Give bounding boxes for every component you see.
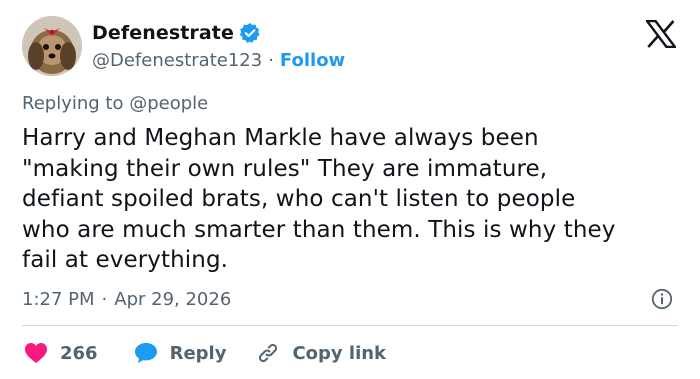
tweet-time: 1:27 PM [22, 288, 95, 310]
copy-link-label: Copy link [292, 342, 387, 364]
tweet-text: Harry and Meghan Markle have always been… [22, 125, 616, 273]
author-handle[interactable]: @Defenestrate123 [92, 50, 262, 71]
reply-context: Replying to @people [22, 93, 209, 114]
like-count: 266 [60, 342, 98, 364]
tweet-timestamp[interactable]: 1:27 PM · Apr 29, 2026 [22, 287, 231, 311]
x-logo-icon[interactable] [646, 20, 676, 48]
copy-link-button[interactable]: Copy link [256, 341, 386, 365]
like-button[interactable]: 266 [24, 342, 98, 364]
heart-icon [25, 343, 47, 363]
author-handle-row: @Defenestrate123 · Follow [92, 48, 345, 72]
speech-bubble-icon [134, 343, 157, 363]
reply-label: Reply [169, 342, 227, 364]
info-icon[interactable] [651, 288, 673, 310]
timestamp-separator: · [101, 288, 108, 310]
reply-button[interactable]: Reply [134, 342, 227, 364]
action-bar: 266 Reply Copy link [24, 338, 386, 368]
verified-badge-icon [239, 23, 260, 43]
link-icon [259, 343, 278, 363]
follow-button[interactable]: Follow [280, 50, 345, 71]
tweet-date: Apr 29, 2026 [114, 288, 232, 310]
handle-separator: · [268, 49, 274, 71]
tweet-card: Defenestrate @Defenestrate123 · Follow R… [0, 0, 700, 379]
author-display-name[interactable]: Defenestrate [92, 22, 234, 44]
avatar[interactable] [22, 16, 82, 76]
author-name-row: Defenestrate [92, 21, 261, 45]
divider [22, 325, 678, 326]
dog-photo-icon [22, 16, 82, 76]
